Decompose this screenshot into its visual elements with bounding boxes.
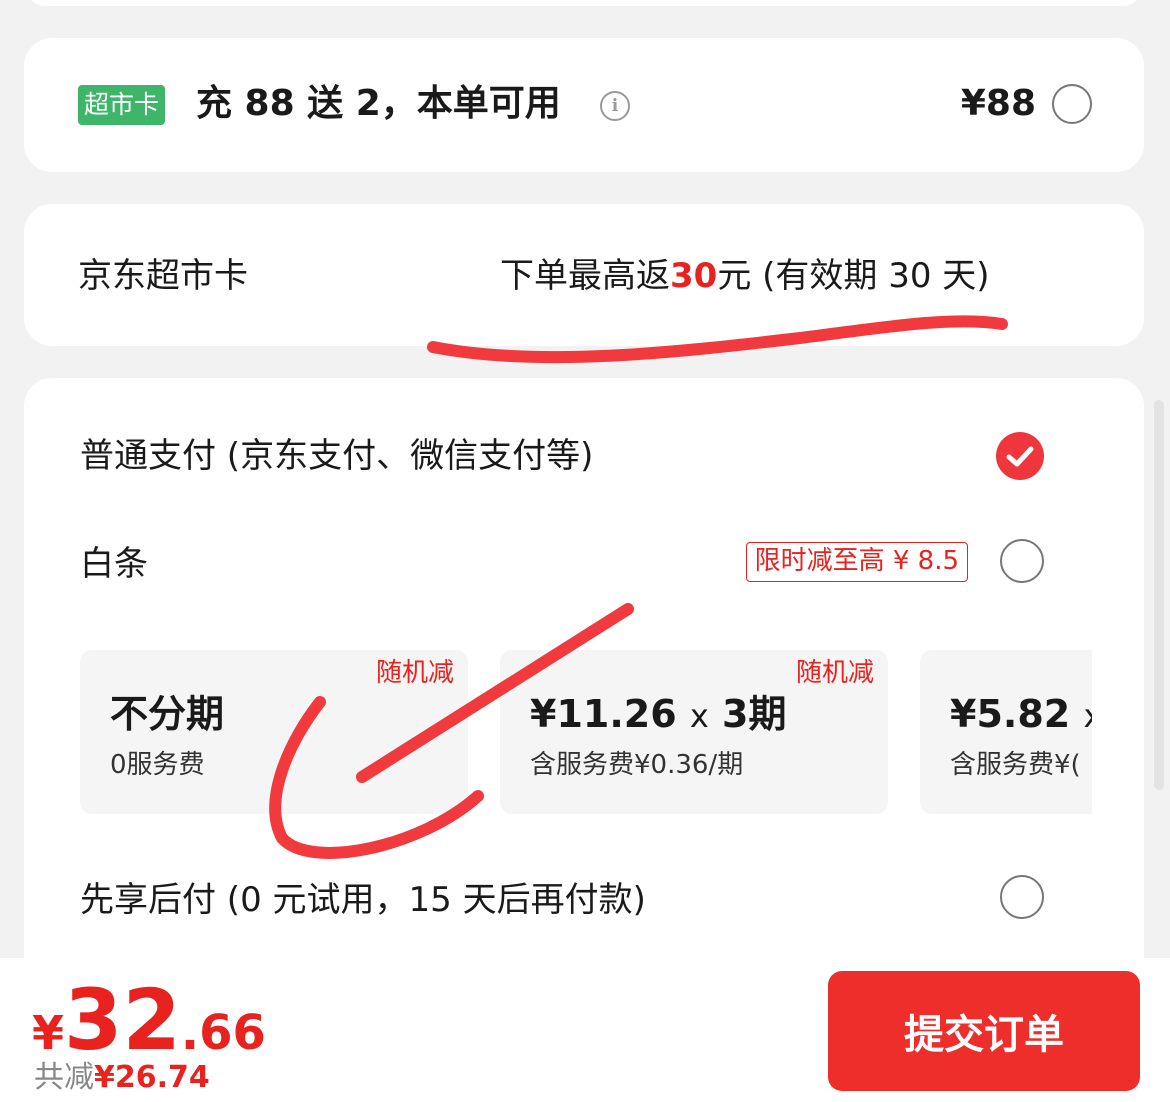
scrollbar[interactable]: [1154, 400, 1164, 790]
installment-plan-6[interactable]: ¥5.82 x 含服务费¥(: [920, 650, 1092, 814]
baitiao-promo-badge: 限时减至高 ¥ 8.5: [745, 542, 968, 582]
offer-title: 充 88 送 2，本单可用: [196, 83, 561, 124]
payment-option-baitiao[interactable]: 白条: [80, 542, 148, 586]
checkout-bar: ¥32.66 共减¥26.74 提交订单: [0, 958, 1170, 1102]
installment-plan-none[interactable]: 随机减 不分期 0服务费: [80, 650, 468, 814]
total-savings: 共减¥26.74: [34, 1060, 210, 1095]
plan-fee: 含服务费¥0.36/期: [530, 750, 744, 780]
random-discount-tag: 随机减: [795, 656, 874, 690]
jd-card-label: 京东超市卡: [78, 256, 248, 296]
payment-option-normal[interactable]: 普通支付 (京东支付、微信支付等): [80, 434, 593, 478]
jd-card-description: 下单最高返30元 (有效期 30 天): [500, 256, 990, 296]
offer-price: ¥88: [960, 83, 1036, 124]
jd-supermarket-card-row[interactable]: 京东超市卡 下单最高返30元 (有效期 30 天): [24, 204, 1144, 346]
installment-plan-3[interactable]: 随机减 ¥11.26 x 3期 含服务费¥0.36/期: [500, 650, 888, 814]
cashback-amount: 30: [670, 256, 718, 296]
plan-title: ¥11.26 x 3期: [530, 692, 787, 736]
random-discount-tag: 随机减: [375, 656, 454, 690]
submit-order-button[interactable]: 提交订单: [828, 971, 1140, 1091]
checked-radio-icon[interactable]: [996, 432, 1044, 480]
plan-fee: 0服务费: [110, 750, 205, 780]
plan-title: 不分期: [110, 692, 225, 736]
info-circle-icon[interactable]: i: [600, 91, 630, 121]
baitiao-radio[interactable]: [1000, 539, 1044, 583]
previous-card-edge: [24, 0, 1144, 6]
payment-option-pay-later[interactable]: 先享后付 (0 元试用，15 天后再付款): [80, 878, 646, 922]
plan-fee: 含服务费¥(: [950, 750, 1081, 780]
supermarket-card-badge: 超市卡: [78, 85, 166, 125]
total-price: ¥32.66: [32, 971, 266, 1069]
supermarket-card-offer[interactable]: 超市卡 充 88 送 2，本单可用 i ¥88: [24, 38, 1144, 172]
payment-methods-card: 普通支付 (京东支付、微信支付等) 白条 限时减至高 ¥ 8.5 随机减 不分期…: [24, 378, 1144, 1018]
offer-radio[interactable]: [1052, 84, 1092, 124]
pay-later-radio[interactable]: [1000, 875, 1044, 919]
plan-title: ¥5.82 x: [950, 692, 1092, 736]
